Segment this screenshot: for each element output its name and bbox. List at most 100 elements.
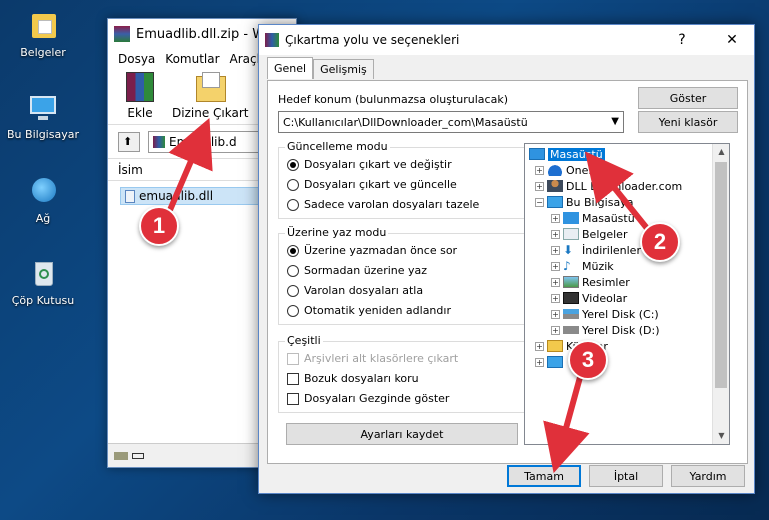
expand-icon[interactable]: +	[551, 213, 560, 223]
file-row[interactable]: emuadlib.dll	[120, 187, 260, 205]
close-icon[interactable]: ✕	[710, 25, 754, 55]
tree-node-label: Bu Bilgisaya	[566, 195, 634, 209]
expand-icon[interactable]: +	[551, 261, 560, 271]
desktop-icon-label: Belgeler	[20, 46, 66, 59]
radio-button[interactable]	[287, 198, 299, 211]
tree-node-disk-c[interactable]: + Yerel Disk (C:)	[551, 306, 659, 322]
overwrite-option-skip[interactable]: Varolan dosyaları atla	[287, 284, 423, 297]
expand-icon[interactable]: +	[551, 229, 560, 239]
documents-icon	[563, 228, 579, 240]
tree-scrollbar[interactable]: ▲ ▼	[712, 144, 729, 444]
winrar-app-icon	[114, 26, 130, 42]
tree-node-label: İndirilenler	[582, 243, 641, 257]
tree-node-dll-downloader[interactable]: + DLL Downloader.com	[535, 178, 682, 194]
radio-button[interactable]	[287, 244, 299, 257]
desktop-icon-network[interactable]: Ağ	[6, 176, 80, 225]
destination-value: C:\Kullanıcılar\DllDownloader_com\Masaüs…	[283, 115, 528, 129]
option-label: Dosyaları çıkart ve güncelle	[304, 178, 457, 191]
add-button[interactable]: Ekle	[118, 70, 162, 120]
dialog-tabs: Genel Gelişmiş	[267, 57, 374, 79]
radio-button[interactable]	[287, 264, 299, 277]
annotation-badge-1: 1	[139, 206, 179, 246]
scroll-up-icon[interactable]: ▲	[713, 144, 729, 160]
expand-icon[interactable]: +	[551, 325, 560, 335]
network-icon	[26, 176, 60, 208]
new-folder-button[interactable]: Yeni klasör	[638, 111, 738, 133]
radio-button[interactable]	[287, 284, 299, 297]
overwrite-option-ask[interactable]: Üzerine yazmadan önce sor	[287, 244, 457, 257]
expand-icon[interactable]: +	[551, 309, 560, 319]
collapse-icon[interactable]: −	[535, 197, 544, 207]
expand-icon[interactable]: +	[535, 181, 544, 191]
hard-drive-icon	[563, 326, 579, 334]
tree-node-downloads[interactable]: + ⬇ İndirilenler	[551, 242, 641, 258]
tree-node-videos[interactable]: + Videolar	[551, 290, 627, 306]
tree-node-network[interactable]: +	[535, 354, 566, 370]
show-button[interactable]: Göster	[638, 87, 738, 109]
download-arrow-icon: ⬇	[563, 243, 574, 257]
scroll-thumb[interactable]	[715, 162, 727, 388]
tab-general[interactable]: Genel	[267, 57, 314, 79]
option-label: Dosyaları çıkart ve değiştir	[304, 158, 452, 171]
tree-node-label: Yerel Disk (C:)	[582, 307, 659, 321]
expand-icon[interactable]: +	[551, 245, 560, 255]
address-text: Emuadlib.d	[169, 134, 237, 149]
option-label: Üzerine yazmadan önce sor	[304, 244, 458, 257]
tree-node-onedrive[interactable]: + OneDri	[535, 162, 604, 178]
desktop-icon-documents[interactable]: Belgeler	[6, 10, 80, 59]
tab-advanced[interactable]: Gelişmiş	[313, 59, 374, 79]
file-name: emuadlib.dll	[139, 189, 214, 203]
desktop-icon-recycle-bin[interactable]: Çöp Kutusu	[6, 258, 80, 307]
tree-node-pictures[interactable]: + Resimler	[551, 274, 630, 290]
save-settings-button[interactable]: Ayarları kaydet	[286, 423, 518, 445]
misc-option-show-explorer[interactable]: Dosyaları Gezginde göster	[287, 392, 449, 405]
chevron-down-icon[interactable]: ▼	[611, 116, 619, 127]
checkbox	[287, 352, 299, 365]
drive-icon	[114, 451, 128, 460]
help-icon[interactable]: ?	[660, 25, 704, 55]
library-folder-icon	[547, 340, 563, 352]
overwrite-mode-title: Üzerine yaz modu	[285, 226, 389, 239]
option-label: Varolan dosyaları atla	[304, 284, 424, 297]
expand-icon[interactable]: +	[551, 293, 560, 303]
archive-icon	[153, 135, 165, 148]
computer-icon	[26, 92, 60, 124]
ok-button[interactable]: Tamam	[507, 465, 581, 487]
radio-button[interactable]	[287, 304, 299, 317]
overwrite-option-rename[interactable]: Otomatik yeniden adlandır	[287, 304, 451, 317]
checkbox[interactable]	[287, 392, 299, 405]
cancel-button[interactable]: İptal	[589, 465, 663, 487]
tree-node-pc-desktop[interactable]: + Masaüstü	[551, 210, 635, 226]
tree-node-label: OneDri	[566, 163, 605, 177]
radio-button[interactable]	[287, 178, 299, 191]
radio-button[interactable]	[287, 158, 299, 171]
option-label: Sadece varolan dosyaları tazele	[304, 198, 480, 211]
help-button[interactable]: Yardım	[671, 465, 745, 487]
misc-option-keep-broken[interactable]: Bozuk dosyaları koru	[287, 372, 419, 385]
expand-icon[interactable]: +	[535, 357, 544, 367]
winrar-title: Emuadlib.dll.zip - W	[136, 26, 266, 42]
expand-icon[interactable]: +	[535, 165, 544, 175]
update-option-extract-replace[interactable]: Dosyaları çıkart ve değiştir	[287, 158, 452, 171]
folder-tree[interactable]: Masaüstü + OneDri + DLL Downloader.com −…	[524, 143, 730, 445]
dialog-titlebar[interactable]: Çıkartma yolu ve seçenekleri ? ✕	[259, 25, 754, 55]
expand-icon[interactable]: +	[535, 341, 544, 351]
overwrite-option-without-prompt[interactable]: Sormadan üzerine yaz	[287, 264, 427, 277]
tree-node-desktop[interactable]: Masaüstü	[529, 146, 605, 162]
scroll-down-icon[interactable]: ▼	[713, 428, 729, 444]
destination-combobox[interactable]: C:\Kullanıcılar\DllDownloader_com\Masaüs…	[278, 111, 624, 133]
overwrite-mode-group: Üzerine yaz modu Üzerine yazmadan önce s…	[278, 226, 528, 325]
menu-commands[interactable]: Komutlar	[165, 52, 219, 66]
expand-icon[interactable]: +	[551, 277, 560, 287]
desktop-icon-this-pc[interactable]: Bu Bilgisayar	[6, 92, 80, 141]
tree-node-disk-d[interactable]: + Yerel Disk (D:)	[551, 322, 660, 338]
tree-node-music[interactable]: + ♪ Müzik	[551, 258, 614, 274]
menu-file[interactable]: Dosya	[118, 52, 155, 66]
extract-to-button[interactable]: Dizine Çıkart	[172, 70, 248, 120]
update-option-freshen[interactable]: Sadece varolan dosyaları tazele	[287, 198, 479, 211]
checkbox[interactable]	[287, 372, 299, 385]
update-option-extract-update[interactable]: Dosyaları çıkart ve güncelle	[287, 178, 457, 191]
up-folder-button[interactable]: ⬆	[118, 131, 140, 152]
tree-node-documents[interactable]: + Belgeler	[551, 226, 627, 242]
tree-node-this-pc[interactable]: − Bu Bilgisaya	[535, 194, 633, 210]
